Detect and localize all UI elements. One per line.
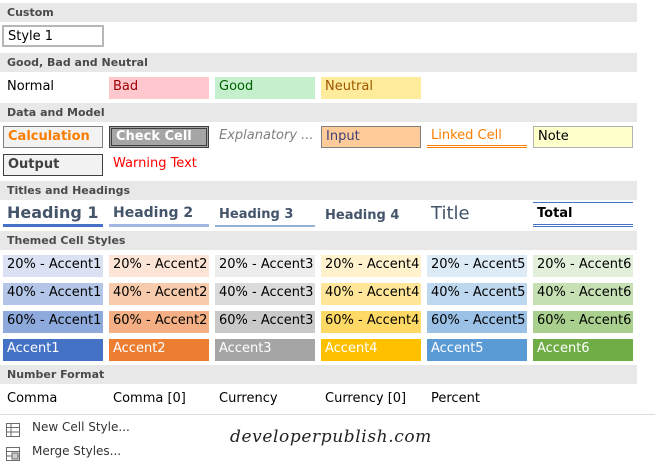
style-40-accent2[interactable]: 40% - Accent2 [109,283,209,305]
style-20-accent2[interactable]: 20% - Accent2 [109,255,209,277]
gallery-scrollbar[interactable] [637,0,655,414]
style-60-accent4[interactable]: 60% - Accent4 [321,311,421,333]
style-40-accent1[interactable]: 40% - Accent1 [3,283,103,305]
section-header-themed: Themed Cell Styles [0,231,637,250]
style-calculation[interactable]: Calculation [3,126,103,148]
style-accent4[interactable]: Accent4 [321,339,421,361]
style-currency-0[interactable]: Currency [0] [321,389,421,411]
style-comma-0[interactable]: Comma [0] [109,389,209,411]
style-40-accent5[interactable]: 40% - Accent5 [427,283,527,305]
style-linked-cell[interactable]: Linked Cell [427,126,527,148]
new-cell-style-menu-item[interactable]: New Cell Style... [0,418,200,440]
style-20-accent5[interactable]: 20% - Accent5 [427,255,527,277]
section-header-good-bad-neutral: Good, Bad and Neutral [0,53,637,72]
style-20-accent4[interactable]: 20% - Accent4 [321,255,421,277]
style-currency[interactable]: Currency [215,389,315,411]
section-header-number-format: Number Format [0,365,637,384]
style-20-accent3[interactable]: 20% - Accent3 [215,255,315,277]
style-warning-text[interactable]: Warning Text [109,154,209,176]
style-accent2[interactable]: Accent2 [109,339,209,361]
style-neutral[interactable]: Neutral [321,77,421,99]
style-heading-3[interactable]: Heading 3 [215,202,315,227]
cell-styles-gallery: Custom Style 1 Good, Bad and Neutral Nor… [0,0,637,414]
style-explanatory[interactable]: Explanatory ... [215,126,315,148]
style-check-cell[interactable]: Check Cell [109,126,209,148]
merge-styles-label: Merge Styles... [32,444,122,458]
style-40-accent4[interactable]: 40% - Accent4 [321,283,421,305]
merge-styles-icon [6,446,20,461]
style-bad[interactable]: Bad [109,77,209,99]
new-cell-style-icon [6,422,20,437]
section-header-custom: Custom [0,3,637,22]
style-60-accent5[interactable]: 60% - Accent5 [427,311,527,333]
style-accent3[interactable]: Accent3 [215,339,315,361]
style-good[interactable]: Good [215,77,315,99]
style-20-accent6[interactable]: 20% - Accent6 [533,255,633,277]
merge-styles-menu-item[interactable]: Merge Styles... [0,442,200,464]
style-heading-4[interactable]: Heading 4 [321,202,421,227]
style-60-accent6[interactable]: 60% - Accent6 [533,311,633,333]
style-title[interactable]: Title [427,200,527,227]
section-header-titles-headings: Titles and Headings [0,181,637,200]
style-accent5[interactable]: Accent5 [427,339,527,361]
style-comma[interactable]: Comma [3,389,103,411]
style-accent6[interactable]: Accent6 [533,339,633,361]
style-heading-1[interactable]: Heading 1 [3,202,103,227]
style-60-accent2[interactable]: 60% - Accent2 [109,311,209,333]
style-60-accent3[interactable]: 60% - Accent3 [215,311,315,333]
section-header-data-and-model: Data and Model [0,103,637,122]
style-40-accent6[interactable]: 40% - Accent6 [533,283,633,305]
style-output[interactable]: Output [3,154,103,176]
style-total[interactable]: Total [533,202,633,227]
style-heading-2[interactable]: Heading 2 [109,202,209,227]
style-style1[interactable]: Style 1 [2,25,104,47]
style-20-accent1[interactable]: 20% - Accent1 [3,255,103,277]
style-input[interactable]: Input [321,126,421,148]
cell-styles-menu: New Cell Style... Merge Styles... develo… [0,414,655,474]
watermark-text: developerpublish.com [230,427,432,447]
style-percent[interactable]: Percent [427,389,527,411]
style-note[interactable]: Note [533,126,633,148]
style-60-accent1[interactable]: 60% - Accent1 [3,311,103,333]
new-cell-style-label: New Cell Style... [32,420,130,434]
style-40-accent3[interactable]: 40% - Accent3 [215,283,315,305]
style-accent1[interactable]: Accent1 [3,339,103,361]
style-normal[interactable]: Normal [3,77,103,99]
